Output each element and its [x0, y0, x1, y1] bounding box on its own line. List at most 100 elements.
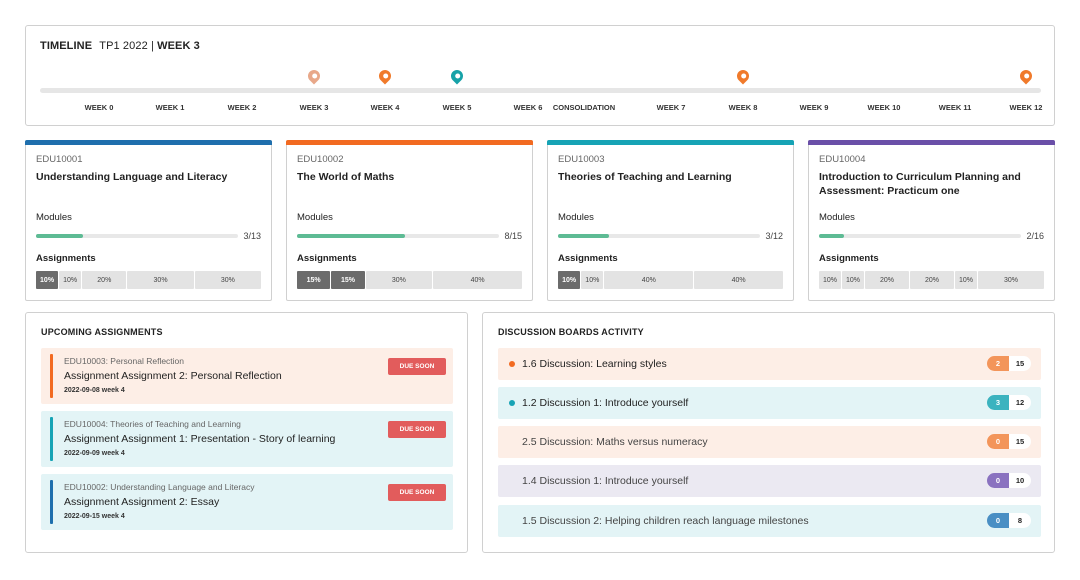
assignment-weight-chip[interactable]: 10% — [558, 271, 581, 289]
assignment-weight-chip[interactable]: 30% — [365, 271, 433, 289]
timeline-week-label[interactable]: WEEK 9 — [800, 103, 829, 112]
modules-progress-fill — [819, 234, 845, 238]
unread-dot-icon — [509, 400, 515, 406]
discussion-boards-title: DISCUSSION BOARDS ACTIVITY — [498, 327, 644, 337]
modules-progress-bar — [36, 234, 238, 238]
timeline-week-label[interactable]: WEEK 12 — [1010, 103, 1043, 112]
new-posts-badge: 0 — [987, 513, 1009, 528]
map-pin-icon[interactable] — [1017, 67, 1035, 85]
timeline-week-label[interactable]: CONSOLIDATION — [553, 103, 615, 112]
modules-count: 2/16 — [1026, 231, 1044, 241]
assignment-weight-chip[interactable]: 10% — [819, 271, 841, 289]
assignment-title[interactable]: Assignment Assignment 2: Essay — [64, 496, 219, 508]
course-name[interactable]: The World of Maths — [297, 170, 522, 184]
assignment-weight-chip[interactable]: 10% — [955, 271, 977, 289]
assignment-weight-chip[interactable]: 20% — [865, 271, 909, 289]
assignment-weight-chip[interactable]: 10% — [59, 271, 82, 289]
assignments-label: Assignments — [297, 253, 357, 264]
assignment-title[interactable]: Assignment Assignment 1: Presentation - … — [64, 433, 335, 445]
modules-progress-bar — [819, 234, 1021, 238]
assignment-weight-chip[interactable]: 10% — [842, 271, 864, 289]
course-card[interactable]: EDU10002 The World of Maths Modules 8/15 Ass… — [286, 140, 533, 301]
course-color-bar — [286, 140, 533, 145]
discussion-counts: 2 15 — [987, 356, 1031, 371]
map-pin-icon[interactable] — [305, 67, 323, 85]
due-soon-badge: DUE SOON — [388, 484, 446, 501]
discussion-title[interactable]: 1.2 Discussion 1: Introduce yourself — [522, 397, 688, 409]
modules-progress-bar — [558, 234, 760, 238]
modules-progress-fill — [297, 234, 405, 238]
map-pin-icon[interactable] — [448, 67, 466, 85]
map-pin-icon[interactable] — [376, 67, 394, 85]
timeline-week-label[interactable]: WEEK 3 — [300, 103, 329, 112]
upcoming-assignment-item[interactable]: EDU10002: Understanding Language and Lit… — [41, 474, 453, 530]
assignment-weights: 10% 10% 20% 20% 10% 30% — [819, 271, 1044, 289]
timeline-week-label[interactable]: WEEK 10 — [868, 103, 901, 112]
modules-progress-bar — [297, 234, 499, 238]
assignment-weight-chip[interactable]: 20% — [82, 271, 127, 289]
assignment-weight-chip[interactable]: 10% — [581, 271, 604, 289]
timeline-week-label[interactable]: WEEK 7 — [657, 103, 686, 112]
assignment-title[interactable]: Assignment Assignment 2: Personal Reflec… — [64, 370, 282, 382]
discussion-counts: 0 15 — [987, 434, 1031, 449]
timeline-label: TIMELINE — [40, 40, 93, 52]
discussion-counts: 3 12 — [987, 395, 1031, 410]
assignment-weight-chip[interactable]: 10% — [36, 271, 59, 289]
assignment-due-date: 2022-09-15 week 4 — [64, 513, 125, 520]
modules-label: Modules — [36, 212, 72, 223]
course-name[interactable]: Theories of Teaching and Learning — [558, 170, 783, 184]
assignment-weight-chip[interactable]: 30% — [194, 271, 261, 289]
discussion-item[interactable]: 1.4 Discussion 1: Introduce yourself 0 10 — [498, 465, 1041, 497]
modules-label: Modules — [558, 212, 594, 223]
modules-label: Modules — [297, 212, 333, 223]
assignment-weight-chip[interactable]: 20% — [910, 271, 954, 289]
course-card[interactable]: EDU10004 Introduction to Curriculum Plann… — [808, 140, 1055, 301]
discussion-item[interactable]: 1.2 Discussion 1: Introduce yourself 3 12 — [498, 387, 1041, 419]
course-color-bar — [547, 140, 794, 145]
assignment-weights: 15% 15% 30% 40% — [297, 271, 522, 289]
discussion-counts: 0 10 — [987, 473, 1031, 488]
assignment-weight-chip[interactable]: 40% — [433, 271, 522, 289]
total-posts-badge: 15 — [1009, 356, 1031, 371]
discussion-title[interactable]: 1.6 Discussion: Learning styles — [522, 358, 667, 370]
upcoming-assignment-item[interactable]: EDU10004: Theories of Teaching and Learn… — [41, 411, 453, 467]
course-color-bar — [808, 140, 1055, 145]
assignment-due-date: 2022-09-08 week 4 — [64, 387, 125, 394]
assignment-weight-chip[interactable]: 40% — [604, 271, 694, 289]
timeline-week-label[interactable]: WEEK 4 — [371, 103, 400, 112]
due-soon-badge: DUE SOON — [388, 358, 446, 375]
timeline-week-label[interactable]: WEEK 6 — [514, 103, 543, 112]
upcoming-assignment-item[interactable]: EDU10003: Personal Reflection Assignment … — [41, 348, 453, 404]
discussion-title[interactable]: 2.5 Discussion: Maths versus numeracy — [522, 436, 708, 448]
discussion-item[interactable]: 1.5 Discussion 2: Helping children reach… — [498, 505, 1041, 537]
discussion-counts: 08 — [987, 513, 1031, 528]
modules-count: 8/15 — [504, 231, 522, 241]
timeline-week-label[interactable]: WEEK 1 — [156, 103, 185, 112]
timeline-separator: | — [150, 40, 154, 52]
discussion-title[interactable]: 1.5 Discussion 2: Helping children reach… — [522, 515, 809, 527]
course-card[interactable]: EDU10001 Understanding Language and Liter… — [25, 140, 272, 301]
course-name[interactable]: Introduction to Curriculum Planning and … — [819, 170, 1044, 198]
course-name[interactable]: Understanding Language and Literacy — [36, 170, 261, 184]
assignment-weight-chip[interactable]: 15% — [331, 271, 365, 289]
assignments-label: Assignments — [558, 253, 618, 264]
timeline-week-label[interactable]: WEEK 11 — [939, 103, 972, 112]
timeline-panel: TIMELINE TP1 2022 | WEEK 3 WEEK 0 WEEK 1 W… — [25, 25, 1055, 126]
assignment-weight-chip[interactable]: 30% — [978, 271, 1044, 289]
discussion-item[interactable]: 1.6 Discussion: Learning styles 2 15 — [498, 348, 1041, 380]
assignment-weight-chip[interactable]: 15% — [297, 271, 331, 289]
upcoming-assignments-title: UPCOMING ASSIGNMENTS — [41, 327, 163, 337]
timeline-week-label[interactable]: WEEK 5 — [443, 103, 472, 112]
course-color-stripe — [50, 354, 53, 398]
discussion-title[interactable]: 1.4 Discussion 1: Introduce yourself — [522, 475, 688, 487]
timeline-week-label[interactable]: WEEK 0 — [85, 103, 114, 112]
assignment-weight-chip[interactable]: 30% — [127, 271, 194, 289]
map-pin-icon[interactable] — [734, 67, 752, 85]
course-card[interactable]: EDU10003 Theories of Teaching and Learnin… — [547, 140, 794, 301]
timeline-week-label[interactable]: WEEK 2 — [228, 103, 257, 112]
timeline-week-label[interactable]: WEEK 8 — [729, 103, 758, 112]
assignment-weight-chip[interactable]: 40% — [694, 271, 783, 289]
discussion-item[interactable]: 2.5 Discussion: Maths versus numeracy 0 15 — [498, 426, 1041, 458]
new-posts-badge: 3 — [987, 395, 1009, 410]
course-code: EDU10004 — [819, 154, 866, 165]
